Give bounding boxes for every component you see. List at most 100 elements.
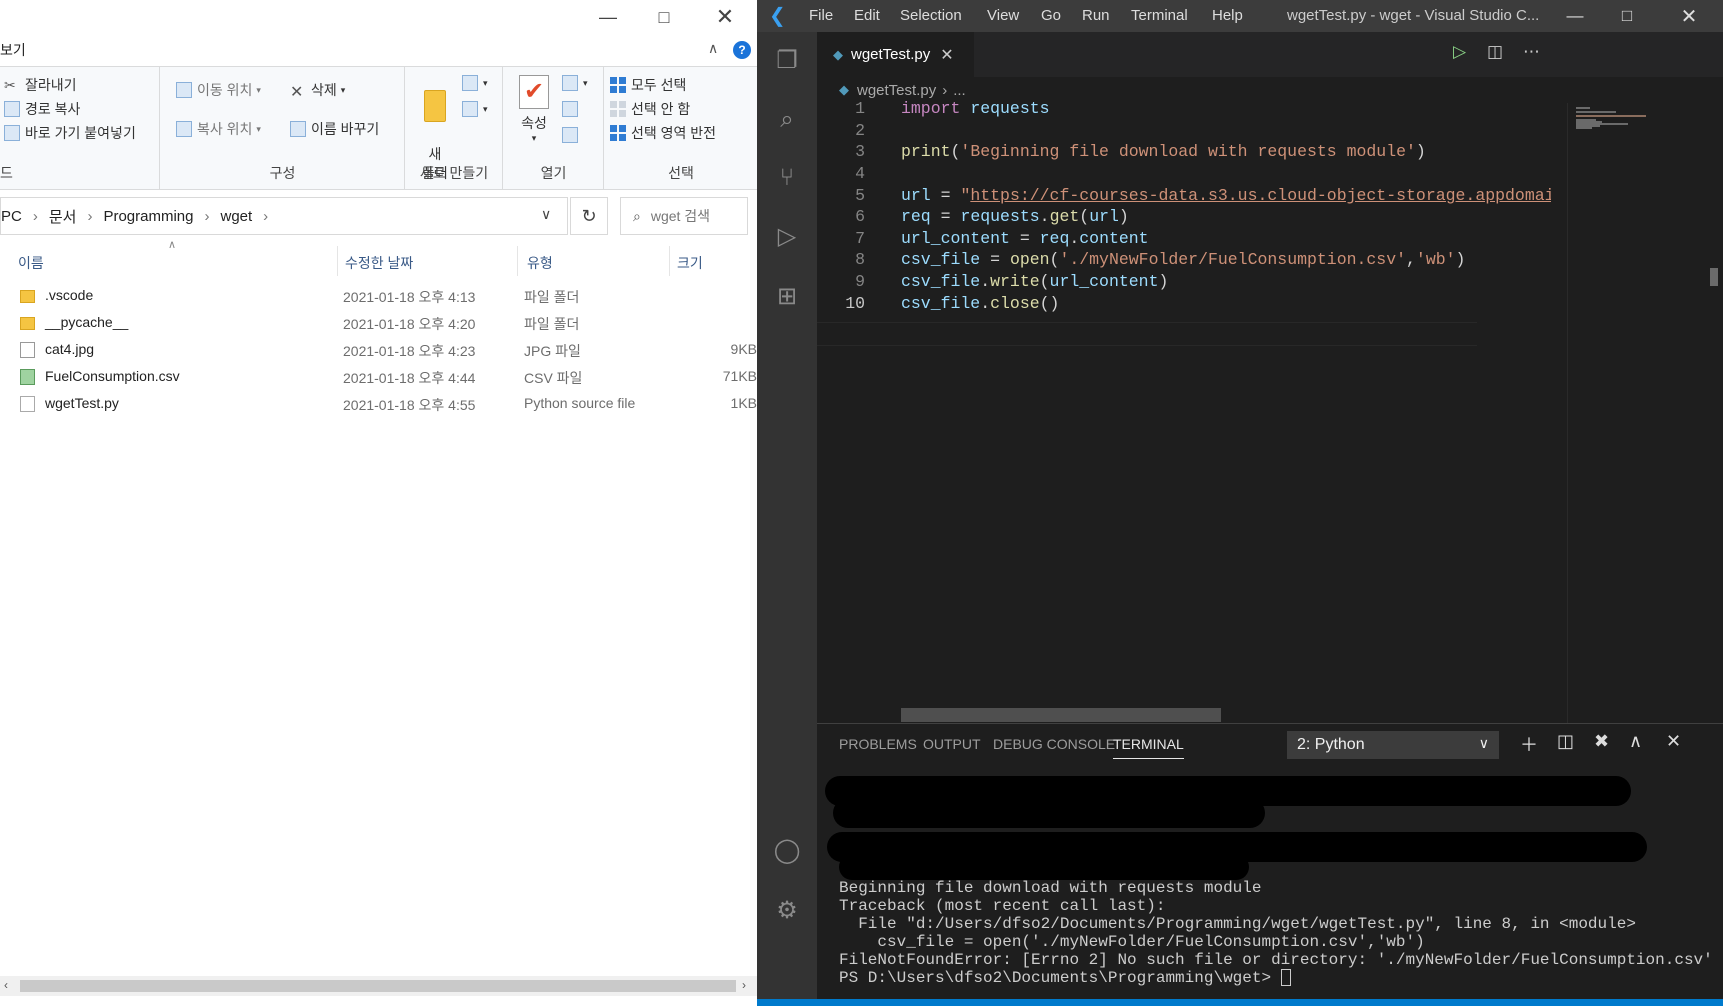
settings-gear-icon[interactable]: ⚙ [769,892,805,928]
run-python-icon[interactable]: ▷ [1453,42,1466,62]
menu-go[interactable]: Go [1041,7,1061,24]
address-bar[interactable]: PC › 문서 › Programming › wget › ∨ [0,197,568,235]
scroll-left-icon[interactable]: ‹ [4,978,8,992]
menu-view[interactable]: View [987,7,1019,24]
breadcrumb-symbols[interactable]: ... [953,82,966,99]
column-divider[interactable] [669,246,670,276]
search-placeholder: wget 검색 [650,208,711,224]
minimap[interactable] [1567,103,1655,723]
close-panel-icon[interactable]: ✕ [1666,731,1681,752]
maximize-icon[interactable]: □ [636,2,692,32]
editor-vertical-scrollbar[interactable] [1707,103,1721,723]
file-date: 2021-01-18 오후 4:20 [343,316,476,332]
horizontal-scrollbar[interactable]: ‹ › [0,976,757,996]
address-row: PC › 문서 › Programming › wget › ∨ ↻ ⌕ wget 검색 [0,197,757,237]
menu-selection[interactable]: Selection [900,7,962,24]
column-divider[interactable] [517,246,518,276]
refresh-icon[interactable]: ↻ [570,197,608,235]
menu-terminal[interactable]: Terminal [1131,7,1188,24]
search-icon[interactable]: ⌕ [769,102,805,138]
delete-x-icon: ✕ [290,84,304,101]
new-item-button[interactable]: ▾ [462,75,488,91]
code-line: url = "https://cf-courses-data.s3.us.clo… [901,186,1551,205]
file-row-fuelconsumption[interactable]: FuelConsumption.csv 2021-01-18 오후 4:44 C… [0,364,757,391]
split-editor-icon[interactable]: ◫ [1487,42,1503,62]
invert-selection-button[interactable]: 선택 영역 반전 [610,123,716,143]
copy-to-button[interactable]: 복사 위치 ▾ [176,119,261,139]
tab-output[interactable]: OUTPUT [923,736,981,752]
tab-view[interactable]: 보기 [0,40,26,60]
move-to-button[interactable]: 이동 위치 ▾ [176,80,261,100]
terminal[interactable]: Beginning file download with requests mo… [825,776,1719,1004]
file-row-wgettest[interactable]: wgetTest.py 2021-01-18 오후 4:55 Python so… [0,391,757,418]
menu-edit[interactable]: Edit [854,7,880,24]
scrollbar-thumb[interactable] [20,980,736,992]
explorer-files-icon[interactable]: ❐ [769,42,805,78]
organize-group-label: 구성 [269,165,296,181]
close-icon[interactable]: ✕ [1663,0,1715,32]
file-row-cat4[interactable]: cat4.jpg 2021-01-18 오후 4:23 JPG 파일 9KB [0,337,757,364]
split-terminal-icon[interactable]: ◫ [1557,731,1574,752]
column-name[interactable]: 이름 [18,250,44,276]
paste-shortcut-button[interactable]: 바로 가기 붙여넣기 [4,123,136,143]
sort-ascending-icon: ∧ [168,239,177,251]
file-name: wgetTest.py [45,395,119,411]
collapse-ribbon-icon[interactable]: ∧ [708,40,718,57]
select-none-button[interactable]: 선택 안 함 [610,99,690,119]
select-all-button[interactable]: 모두 선택 [610,75,686,95]
chevron-right-icon: › [87,207,93,225]
close-tab-icon[interactable]: ✕ [940,45,953,65]
terminal-line: Traceback (most recent call last): [839,897,1166,915]
line-number: 7 [855,229,865,248]
open-button[interactable]: ▾ [562,75,588,91]
run-debug-icon[interactable]: ▷ [769,218,805,254]
column-divider[interactable] [337,246,338,276]
breadcrumb-file[interactable]: wgetTest.py [857,82,936,99]
close-icon[interactable]: ✕ [697,2,753,32]
rename-button[interactable]: 이름 바꾸기 [290,119,379,139]
file-row-pycache[interactable]: __pycache__ 2021-01-18 오후 4:20 파일 폴더 [0,310,757,337]
column-date[interactable]: 수정한 날짜 [345,250,413,276]
delete-button[interactable]: ✕ 삭제 ▾ [290,80,345,101]
easy-access-button[interactable]: ▾ [462,101,488,117]
breadcrumb-wget[interactable]: wget [220,208,252,225]
column-size[interactable]: 크기 [677,250,703,276]
source-control-icon[interactable]: ⑂ [769,160,805,196]
maximize-icon[interactable]: □ [1601,0,1653,32]
editor-horizontal-scrollbar[interactable] [901,708,1221,722]
minimize-icon[interactable]: — [580,2,636,32]
trash-icon[interactable]: ✖ [1594,731,1609,752]
help-icon[interactable]: ? [733,41,751,59]
tab-terminal[interactable]: TERMINAL [1113,736,1184,759]
chevron-down-icon[interactable]: ∨ [541,206,551,223]
breadcrumb-programming[interactable]: Programming [103,208,193,225]
scroll-right-icon[interactable]: › [742,978,746,992]
file-row-vscode[interactable]: .vscode 2021-01-18 오후 4:13 파일 폴더 [0,283,757,310]
redacted-region [839,854,1249,880]
move-to-label: 이동 위치 [197,82,253,98]
history-button[interactable] [562,127,583,143]
account-icon[interactable]: ◯ [769,832,805,868]
breadcrumb-documents[interactable]: 문서 [49,206,77,227]
more-actions-icon[interactable]: ⋯ [1523,42,1540,62]
breadcrumb-pc[interactable]: PC [1,208,22,225]
new-terminal-icon[interactable]: ＋ [1520,731,1538,757]
extensions-icon[interactable]: ⊞ [769,278,805,314]
properties-button[interactable]: ✔ 속성 ▾ [514,75,554,144]
tab-problems[interactable]: PROBLEMS [839,736,917,752]
tab-wgettest[interactable]: ◆ wgetTest.py ✕ [817,32,974,77]
menu-help[interactable]: Help [1212,7,1243,24]
edit-button[interactable] [562,101,583,117]
cut-button[interactable]: ✂ 잘라내기 [4,75,77,95]
maximize-panel-icon[interactable]: ∧ [1629,731,1642,752]
search-box[interactable]: ⌕ wget 검색 [620,197,748,235]
tab-debug-console[interactable]: DEBUG CONSOLE [993,736,1115,752]
menu-run[interactable]: Run [1082,7,1110,24]
minimize-icon[interactable]: — [1549,0,1601,32]
file-explorer-window: — □ ✕ 보기 ∧ ? ✂ 잘라내기 경로 복사 바로 가기 붙여넣기 드 이동… [0,0,757,1006]
menu-file[interactable]: File [809,7,833,24]
scrollbar-thumb[interactable] [1710,268,1718,286]
copy-path-button[interactable]: 경로 복사 [4,99,80,119]
column-type[interactable]: 유형 [527,250,553,276]
terminal-selector[interactable]: 2: Python ∨ [1287,731,1499,759]
